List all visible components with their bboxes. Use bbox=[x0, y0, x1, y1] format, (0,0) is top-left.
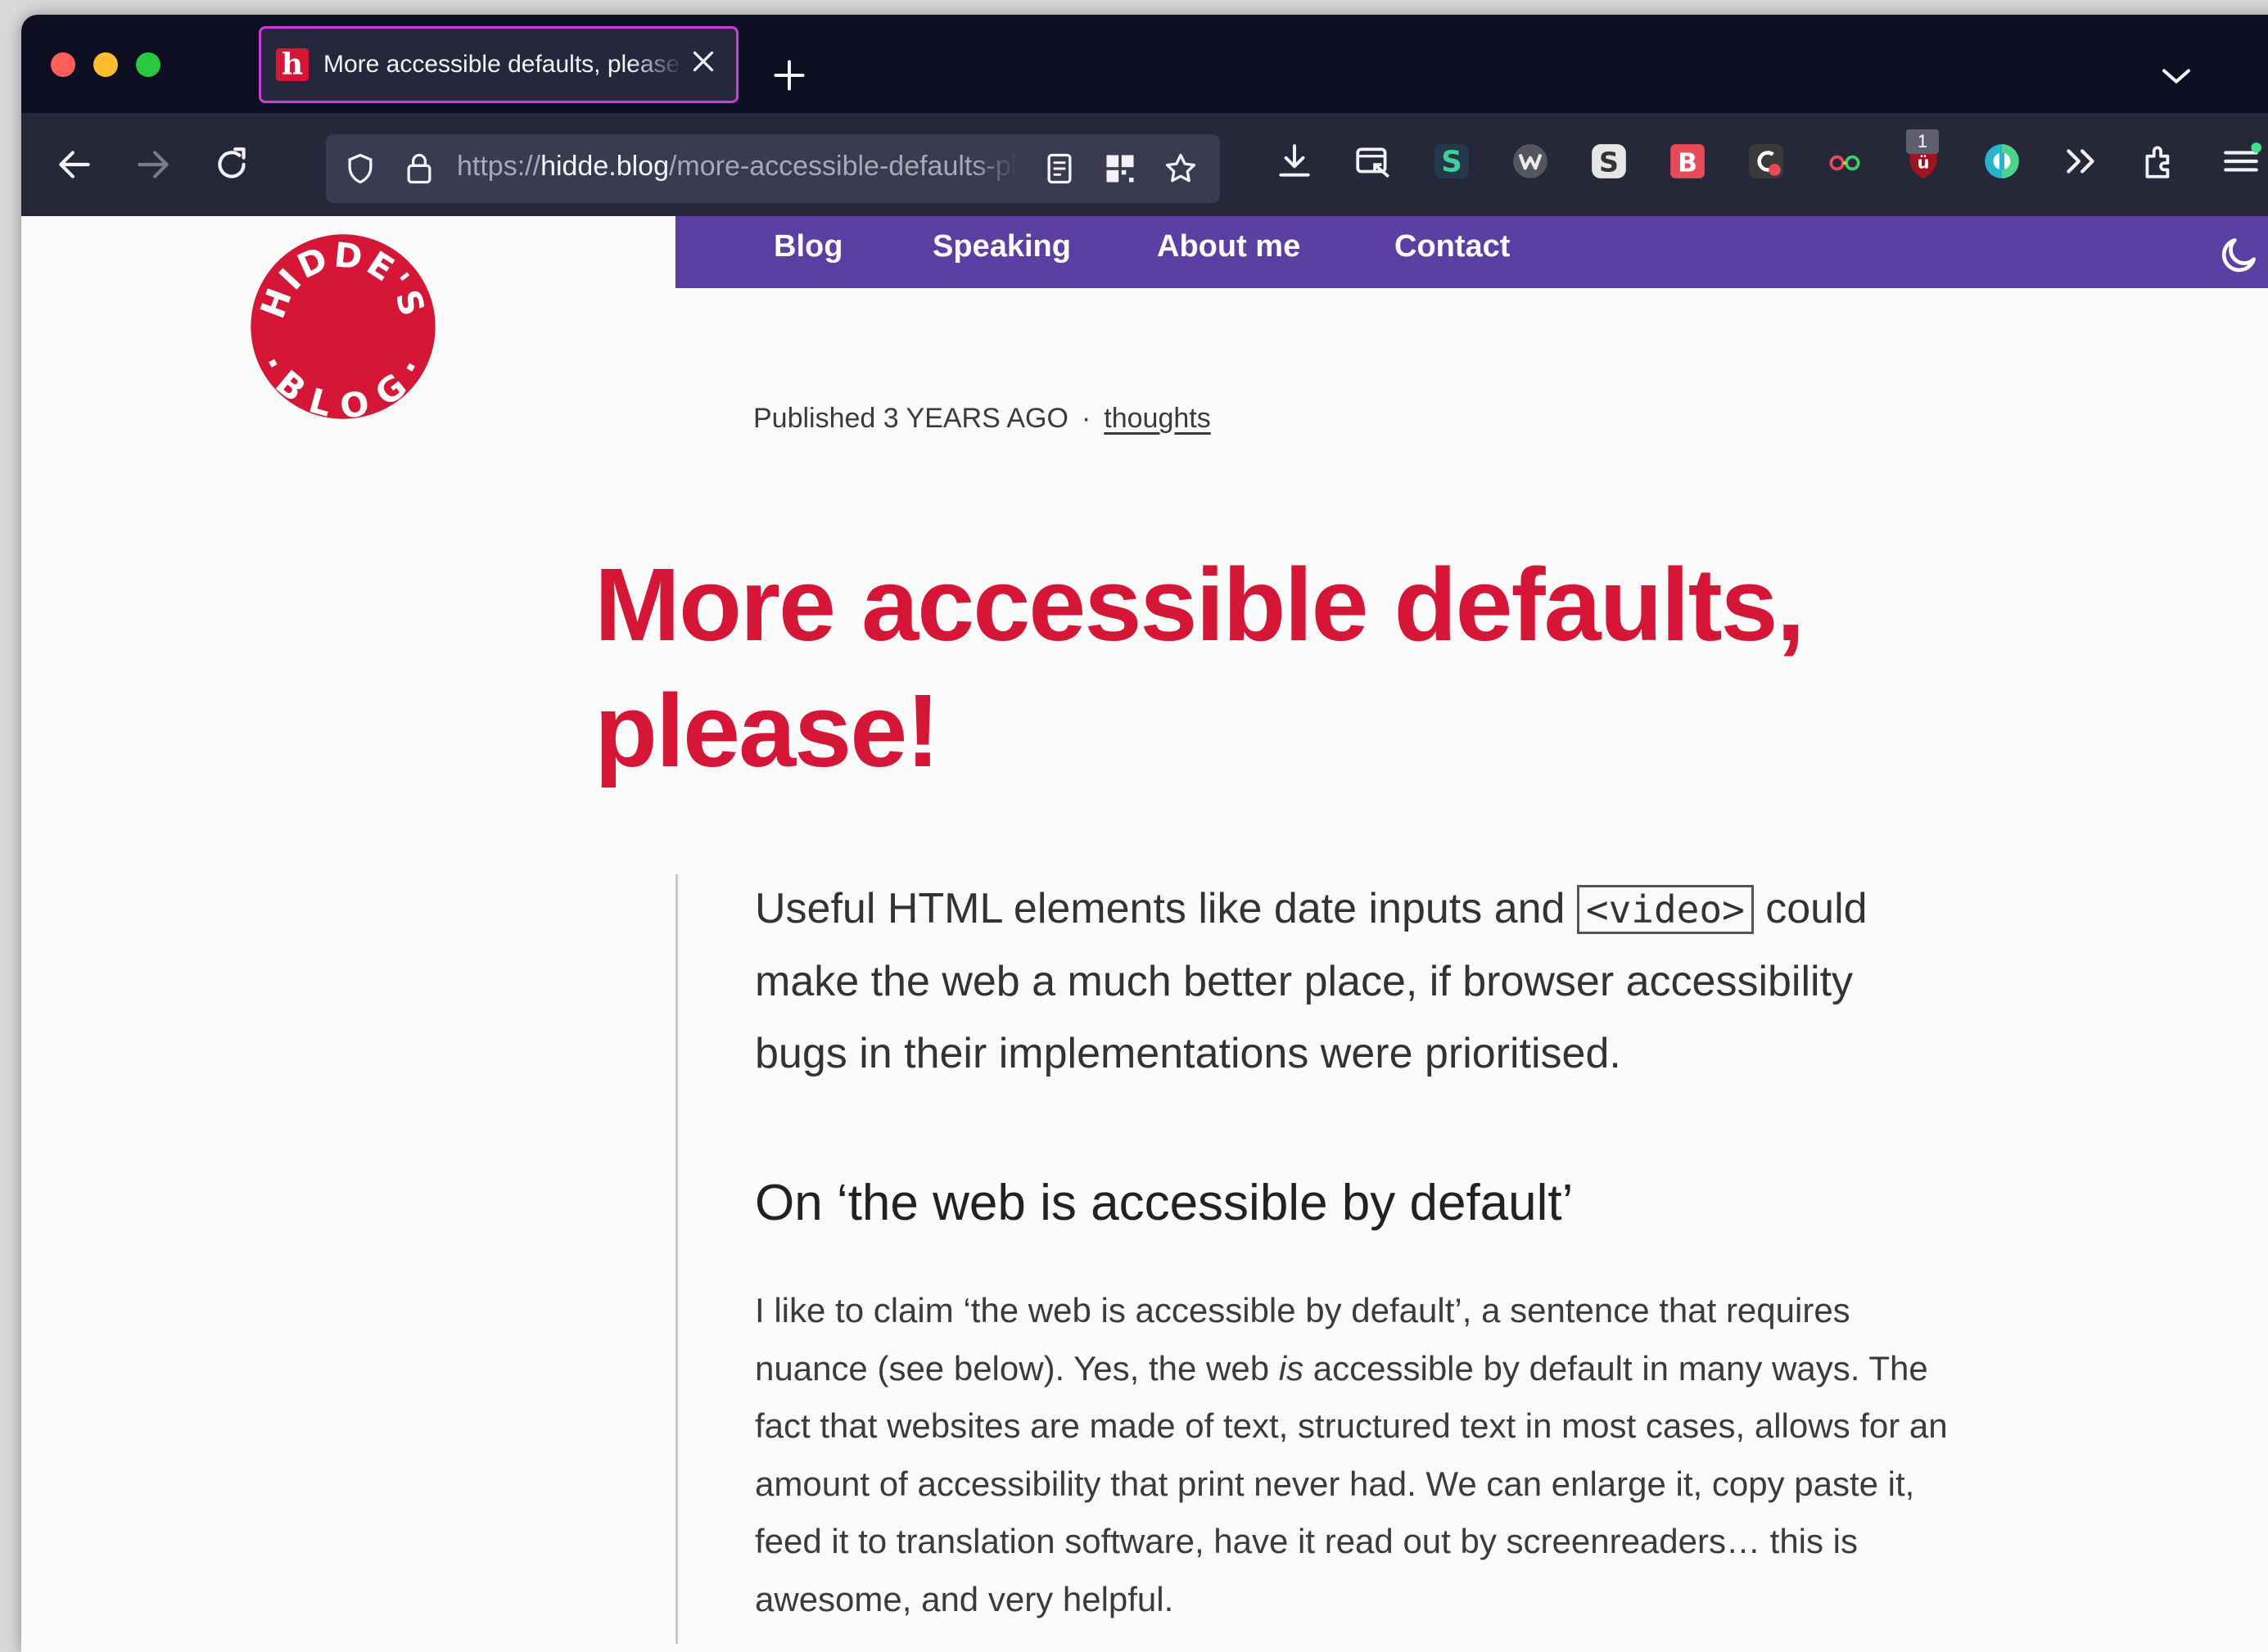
article-intro: Useful HTML elements like date inputs an… bbox=[755, 873, 1934, 1090]
download-icon[interactable] bbox=[1274, 141, 1315, 182]
reader-view-icon[interactable] bbox=[1041, 151, 1078, 187]
zoom-window-button[interactable] bbox=[136, 52, 160, 77]
article-title: More accessible defaults, please! bbox=[594, 547, 1805, 788]
glasses-extension-icon[interactable] bbox=[1824, 141, 1865, 182]
section-heading: On ‘the web is accessible by default’ bbox=[755, 1175, 1574, 1231]
category-link[interactable]: thoughts bbox=[1104, 403, 1210, 434]
lock-icon[interactable] bbox=[401, 151, 437, 187]
content-divider bbox=[675, 874, 678, 1644]
tab-bar: h More accessible defaults, please! | Hi… bbox=[21, 15, 2268, 113]
video-code-snippet: <video> bbox=[1576, 885, 1754, 934]
url-host: hidde.blog bbox=[540, 151, 669, 182]
reload-icon[interactable] bbox=[211, 144, 252, 185]
article-paragraph: I like to claim ‘the web is accessible b… bbox=[755, 1282, 1950, 1628]
site-favicon-icon: h bbox=[276, 48, 309, 81]
close-window-button[interactable] bbox=[51, 52, 75, 77]
hiddes-blog-logo[interactable]: HIDDE'S ·BLOG· bbox=[249, 232, 437, 421]
address-bar[interactable]: https://hidde.blog/more-accessible-defau… bbox=[326, 134, 1220, 203]
active-tab[interactable]: h More accessible defaults, please! | Hi… bbox=[259, 26, 739, 103]
published-date: Published 3 YEARS AGO bbox=[753, 403, 1068, 434]
qr-code-icon[interactable] bbox=[1102, 151, 1138, 187]
site-navigation: Blog Speaking About me Contact bbox=[675, 216, 2268, 288]
extension-badge: 1 bbox=[1906, 129, 1939, 154]
minimize-window-button[interactable] bbox=[93, 52, 118, 77]
w-extension-icon[interactable] bbox=[1510, 141, 1551, 182]
circle-extension-icon[interactable] bbox=[1981, 141, 2022, 182]
url-text[interactable]: https://hidde.blog/more-accessible-defau… bbox=[457, 151, 1017, 183]
back-arrow-icon[interactable] bbox=[54, 144, 95, 185]
navigation-toolbar: https://hidde.blog/more-accessible-defau… bbox=[21, 113, 2268, 216]
nav-about-link[interactable]: About me bbox=[1157, 229, 1300, 264]
s-grey-extension-icon[interactable]: S bbox=[1588, 141, 1629, 182]
nav-contact-link[interactable]: Contact bbox=[1394, 229, 1510, 264]
dark-mode-toggle-icon[interactable] bbox=[2216, 232, 2261, 278]
chevron-down-icon[interactable] bbox=[2160, 64, 2193, 88]
new-tab-icon[interactable] bbox=[771, 57, 807, 93]
forward-arrow-icon[interactable] bbox=[133, 144, 174, 185]
svg-text:ü: ü bbox=[1918, 152, 1930, 172]
s-extension-icon[interactable]: S bbox=[1431, 141, 1472, 182]
menu-icon[interactable] bbox=[2221, 141, 2261, 182]
intro-text-start: Useful HTML elements like date inputs an… bbox=[755, 885, 1577, 932]
post-meta: Published 3 YEARS AGO · thoughts bbox=[753, 403, 1211, 435]
url-scheme: https:// bbox=[457, 151, 541, 182]
nav-blog-link[interactable]: Blog bbox=[774, 229, 843, 264]
extensions-icon[interactable] bbox=[2139, 141, 2180, 182]
meta-separator: · bbox=[1081, 403, 1091, 434]
svg-text:S: S bbox=[1599, 147, 1619, 178]
bookmark-star-icon[interactable] bbox=[1163, 151, 1199, 187]
c-extension-icon[interactable] bbox=[1746, 141, 1787, 182]
nav-speaking-link[interactable]: Speaking bbox=[933, 229, 1071, 264]
emphasis-text: is bbox=[1278, 1348, 1304, 1388]
tab-title: More accessible defaults, please! | Hidd… bbox=[323, 51, 684, 78]
close-tab-icon[interactable] bbox=[689, 47, 718, 76]
svg-text:S: S bbox=[1441, 146, 1462, 179]
tracking-protection-shield-icon[interactable] bbox=[342, 151, 378, 187]
screenshot-icon[interactable] bbox=[1353, 141, 1394, 182]
url-path: /more-accessible-defaults-please/ bbox=[668, 151, 1017, 182]
paragraph-text-end: accessible by default in many ways. The … bbox=[755, 1348, 1948, 1618]
web-page: HIDDE'S ·BLOG· Blog Speaking About me Co… bbox=[21, 216, 2268, 1652]
browser-window: h More accessible defaults, please! | Hi… bbox=[21, 15, 2268, 1652]
svg-text:B: B bbox=[1678, 149, 1697, 178]
b-extension-icon[interactable]: B bbox=[1667, 141, 1708, 182]
overflow-icon[interactable] bbox=[2060, 141, 2101, 182]
